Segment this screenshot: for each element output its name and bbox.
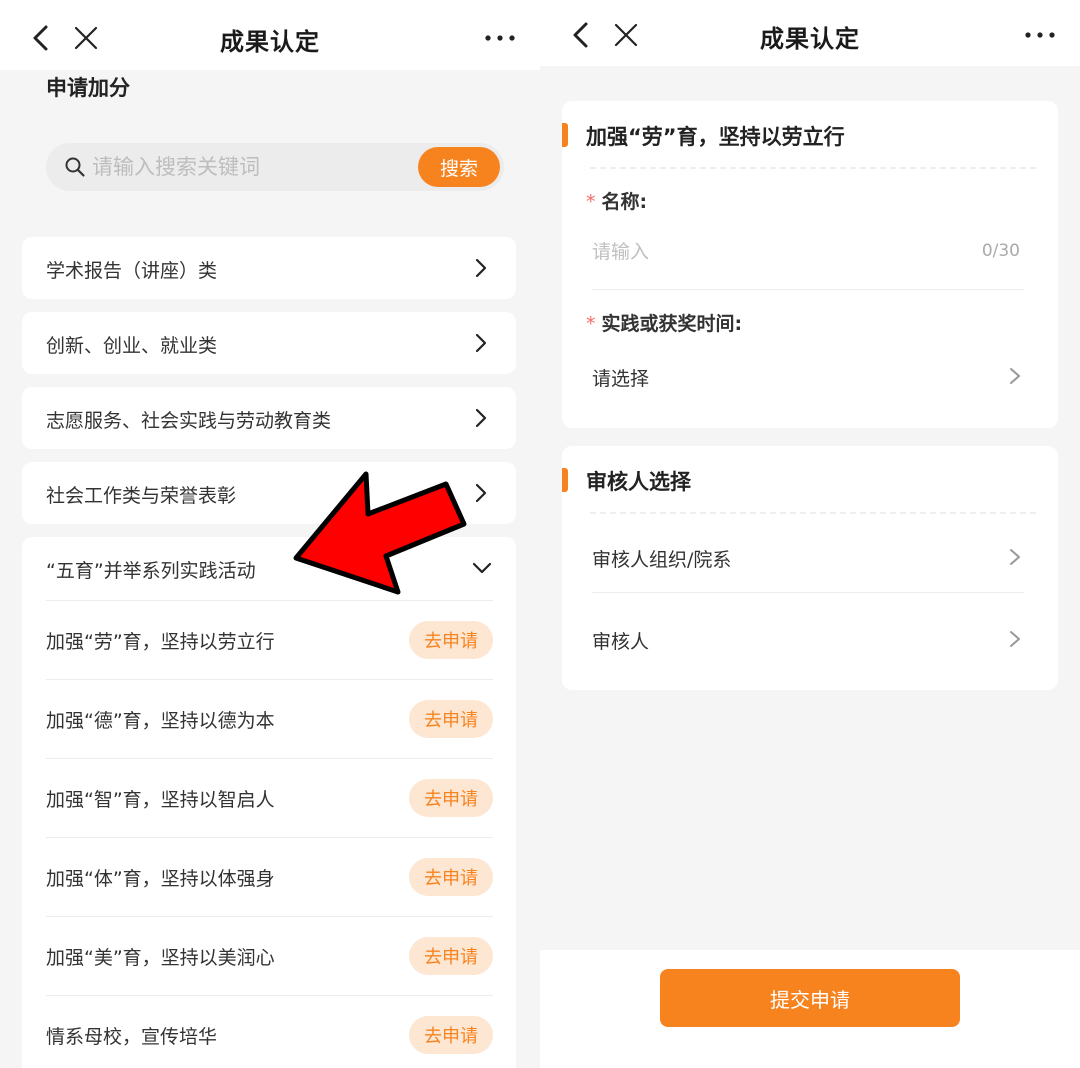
sub-category-label: 加强“劳”育，坚持以劳立行 [46,631,275,653]
activity-form-card: 加强“劳”育，坚持以劳立行 *名称: 0/30 *实践或获奖时间: 请选择 [562,101,1058,428]
chevron-right-icon [472,407,490,429]
sub-category-item: 加强“劳”育，坚持以劳立行 去申请 [46,600,493,679]
section-title: 申请加分 [46,76,130,100]
sub-category-label: 情系母校，宣传培华 [46,1026,218,1048]
category-label: 创新、创业、就业类 [46,335,218,357]
nav-bar: 成果认定 [540,0,1080,66]
dashed-divider [590,167,1036,169]
search-icon [64,156,86,178]
char-counter: 0/30 [981,241,1020,261]
more-icon[interactable] [482,20,518,56]
category-label: 社会工作类与荣誉表彰 [46,485,237,507]
chevron-right-icon [1008,547,1022,567]
card-title: 审核人选择 [586,470,691,494]
time-picker[interactable]: 请选择 [592,352,1024,402]
sub-category-item: 加强“体”育，坚持以体强身 去申请 [46,837,493,916]
search-input[interactable] [92,149,412,185]
close-icon[interactable] [608,17,644,53]
chevron-right-icon [472,257,490,279]
reviewer-card: 审核人选择 审核人组织/院系 审核人 [562,446,1058,690]
sub-category-item: 加强“德”育，坚持以德为本 去申请 [46,679,493,758]
apply-button[interactable]: 去申请 [409,937,493,975]
expanded-category: “五育”并举系列实践活动 加强“劳”育，坚持以劳立行 去申请 加强“德”育，坚持… [22,537,516,1068]
sub-category-item: 加强“智”育，坚持以智启人 去申请 [46,758,493,837]
category-item[interactable]: 志愿服务、社会实践与劳动教育类 [22,387,516,449]
sub-category-label: 加强“德”育，坚持以德为本 [46,710,275,732]
application-form-screen: 成果认定 加强“劳”育，坚持以劳立行 *名称: 0/30 *实践或获奖时间: 请… [540,0,1080,1068]
reviewer-org-picker[interactable]: 审核人组织/院系 [592,533,1024,583]
category-item[interactable]: 学术报告（讲座）类 [22,237,516,299]
card-accent-bar [562,123,568,147]
category-label: 学术报告（讲座）类 [46,260,218,282]
required-marker: * [586,313,596,335]
sub-category-item: 情系母校，宣传培华 去申请 [46,995,493,1068]
apply-button[interactable]: 去申请 [409,779,493,817]
annotation-arrow-icon [290,470,480,610]
reviewer-label: 审核人 [592,631,650,653]
back-icon[interactable] [24,20,60,56]
name-input[interactable] [592,237,952,267]
name-field-label: * 名称: [586,187,647,214]
time-field-label: * 实践或获奖时间: [586,309,742,336]
time-label-text: 实践或获奖时间: [601,313,743,335]
category-list-screen: 成果认定 申请加分 搜索 学术报告（讲座）类 创新、创业、就业类 志愿服务、社会… [0,0,540,1068]
card-title: 加强“劳”育，坚持以劳立行 [586,125,845,149]
back-icon[interactable] [564,17,600,53]
chevron-right-icon [1008,366,1022,386]
time-picker-value: 请选择 [592,368,650,390]
category-item[interactable]: 创新、创业、就业类 [22,312,516,374]
search-bar: 搜索 [46,143,504,191]
more-icon[interactable] [1022,17,1058,53]
page-title: 成果认定 [760,25,860,53]
sub-category-label: 加强“美”育，坚持以美润心 [46,947,275,969]
reviewer-picker[interactable]: 审核人 [592,615,1024,665]
field-divider [592,289,1024,290]
apply-button[interactable]: 去申请 [409,700,493,738]
apply-button[interactable]: 去申请 [409,621,493,659]
sub-category-label: 加强“体”育，坚持以体强身 [46,868,275,890]
apply-button[interactable]: 去申请 [409,858,493,896]
close-icon[interactable] [68,20,104,56]
sub-category-item: 加强“美”育，坚持以美润心 去申请 [46,916,493,995]
name-label-text: 名称: [601,191,648,213]
search-button[interactable]: 搜索 [418,147,500,187]
sub-category-label: 加强“智”育，坚持以智启人 [46,789,275,811]
card-accent-bar [562,468,568,492]
dashed-divider [590,512,1036,514]
category-label: “五育”并举系列实践活动 [46,560,256,582]
category-label: 志愿服务、社会实践与劳动教育类 [46,410,332,432]
page-title: 成果认定 [220,28,320,56]
required-marker: * [586,191,596,213]
submit-button[interactable]: 提交申请 [660,969,960,1027]
chevron-right-icon [1008,629,1022,649]
bottom-action-bar: 提交申请 [540,950,1080,1068]
reviewer-org-label: 审核人组织/院系 [592,549,732,571]
field-divider [592,592,1024,593]
chevron-right-icon [472,332,490,354]
nav-bar: 成果认定 [0,0,540,70]
apply-button[interactable]: 去申请 [409,1016,493,1054]
